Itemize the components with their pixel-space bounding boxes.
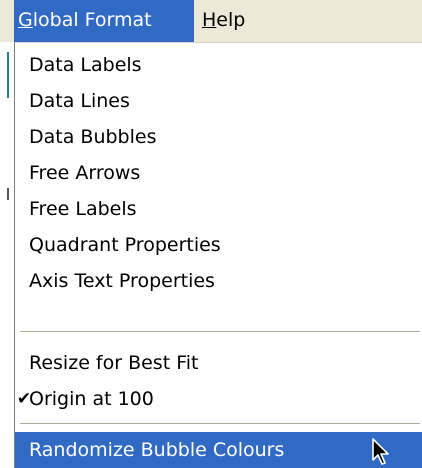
menu-separator (20, 423, 420, 425)
global-format-dropdown: Data Labels Data Lines Data Bubbles Free… (14, 42, 422, 468)
menu-item-label: Randomize Bubble Colours (29, 439, 285, 461)
menu-help-label: Help (202, 9, 246, 31)
menu-bar: Global Format Help (0, 0, 422, 42)
menu-item-data-labels[interactable]: Data Labels (15, 47, 422, 83)
menu-item-axis-text-properties[interactable]: Axis Text Properties (15, 263, 422, 299)
menu-item-data-lines[interactable]: Data Lines (15, 83, 422, 119)
menu-item-data-bubbles[interactable]: Data Bubbles (15, 119, 422, 155)
menu-item-free-labels[interactable]: Free Labels (15, 191, 422, 227)
menu-item-quadrant-properties[interactable]: Quadrant Properties (15, 227, 422, 263)
menu-item-origin-at-100[interactable]: ✔ Origin at 100 (15, 381, 422, 417)
menu-item-label: Data Lines (29, 90, 130, 112)
background-window-tick (7, 188, 9, 200)
menu-global-format[interactable]: Global Format (14, 0, 194, 42)
menu-item-label: Axis Text Properties (29, 270, 215, 292)
menu-item-label: Free Labels (29, 198, 137, 220)
background-window-edge (0, 42, 14, 468)
screen: Global Format Help Data Labels Data Line… (0, 0, 422, 468)
menu-item-label: Origin at 100 (29, 388, 154, 410)
menu-help[interactable]: Help (196, 0, 258, 42)
menu-item-free-arrows[interactable]: Free Arrows (15, 155, 422, 191)
menu-item-label: Data Labels (29, 54, 142, 76)
menu-item-label: Free Arrows (29, 162, 141, 184)
menu-item-label: Resize for Best Fit (29, 352, 199, 374)
menu-separator (20, 331, 420, 333)
menu-item-label: Data Bubbles (29, 126, 157, 148)
background-window-accent (7, 52, 9, 98)
menu-global-format-label: Global Format (18, 9, 152, 31)
menu-item-resize-best-fit[interactable]: Resize for Best Fit (15, 345, 422, 381)
menu-item-label: Quadrant Properties (29, 234, 221, 256)
mouse-pointer-icon (372, 438, 389, 465)
menu-item-randomize-bubble-colours[interactable]: Randomize Bubble Colours (15, 432, 422, 468)
